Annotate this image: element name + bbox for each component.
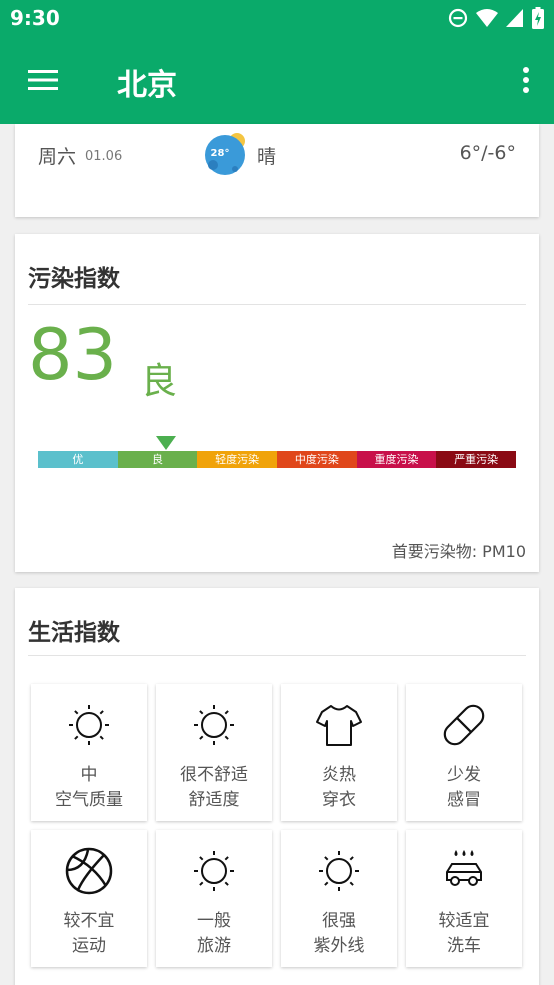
forecast-card: 周六 01.06 28° 晴 6°/-6°: [15, 124, 539, 217]
aqi-scale-segment: 严重污染: [436, 451, 517, 468]
life-index-card: 生活指数 中空气质量 很不舒适 舒适度 炎热 穿衣 少发 感冒 较不宜 运动 一般 旅游 很强 紫外线较…: [15, 588, 539, 985]
car-wash-icon: [446, 850, 482, 886]
aqi-grade: 良: [141, 361, 178, 402]
do-not-disturb-icon: [448, 8, 468, 28]
aqi-scale-segment: 重度污染: [356, 451, 437, 468]
life-index-value: 很强: [322, 911, 356, 931]
divider: [28, 655, 526, 656]
life-index-value: 少发: [447, 765, 481, 785]
status-icons: [448, 6, 544, 30]
battery-charging-icon: [532, 7, 544, 29]
weather-sunny-icon: 28°: [205, 133, 245, 175]
life-index-tile[interactable]: 少发 感冒: [406, 684, 522, 821]
life-index-tile[interactable]: 很不舒适 舒适度: [156, 684, 272, 821]
pollution-title: 污染指数: [28, 266, 120, 292]
page-title: 北京: [117, 68, 177, 103]
pill-icon: [443, 704, 485, 746]
life-index-tile[interactable]: 很强 紫外线: [281, 830, 397, 967]
life-index-tile[interactable]: 中空气质量: [31, 684, 147, 821]
divider: [28, 304, 526, 305]
weather-badge: 28°: [211, 148, 230, 159]
aqi-scale-segment: 良: [117, 451, 198, 468]
forecast-temp-range: 6°/-6°: [459, 142, 516, 164]
status-bar: 9:30: [0, 0, 554, 36]
life-index-label: 紫外线: [313, 936, 365, 956]
life-index-label: 旅游: [197, 936, 231, 956]
life-index-title: 生活指数: [28, 620, 120, 646]
life-index-label: 穿衣: [322, 790, 356, 810]
life-index-value: 较适宜: [438, 911, 490, 931]
life-index-value: 很不舒适: [180, 765, 248, 785]
pollution-card: 污染指数 83 良 优良轻度污染 中度污染 重度污染 严重污染 首要污染物: PM10: [15, 234, 539, 572]
basketball-icon: [65, 847, 113, 895]
life-index-label: 感冒: [447, 790, 481, 810]
aqi-scale-segment: 中度污染: [277, 451, 357, 468]
sun-icon: [69, 705, 109, 745]
life-index-value: 较不宜: [63, 911, 115, 931]
app-bar: 北京: [0, 36, 554, 124]
wifi-icon: [476, 9, 498, 27]
signal-icon: [506, 9, 523, 27]
aqi-value: 83: [28, 314, 118, 396]
sun-icon: [194, 705, 234, 745]
life-index-value: 中: [80, 765, 98, 785]
sun-icon: [194, 851, 234, 891]
forecast-day: 周六: [38, 146, 77, 168]
life-index-tile[interactable]: 较不宜 运动: [31, 830, 147, 967]
aqi-pointer-icon: [156, 436, 177, 450]
hamburger-menu-icon[interactable]: [26, 66, 60, 94]
aqi-scale-segment: 轻度污染: [197, 451, 278, 468]
life-index-value: 炎热: [322, 765, 356, 785]
sun-icon: [319, 851, 359, 891]
life-index-tile[interactable]: 较适宜 洗车: [406, 830, 522, 967]
forecast-condition: 晴: [257, 146, 277, 168]
life-index-label: 空气质量: [55, 790, 123, 810]
life-index-label: 舒适度: [188, 790, 240, 810]
life-index-label: 洗车: [447, 936, 481, 956]
aqi-scale-segment: 优: [38, 451, 118, 468]
more-vert-icon[interactable]: [518, 66, 534, 96]
life-index-label: 运动: [72, 936, 106, 956]
life-index-tile[interactable]: 一般 旅游: [156, 830, 272, 967]
status-time: 9:30: [10, 6, 60, 30]
aqi-scale-bar: 优良轻度污染 中度污染 重度污染 严重污染: [38, 451, 517, 468]
life-index-value: 一般: [197, 911, 231, 931]
life-index-tile[interactable]: 炎热 穿衣: [281, 684, 397, 821]
tshirt-icon: [316, 705, 362, 746]
forecast-date: 01.06: [85, 149, 123, 164]
primary-pollutant: 首要污染物: PM10: [391, 542, 526, 561]
